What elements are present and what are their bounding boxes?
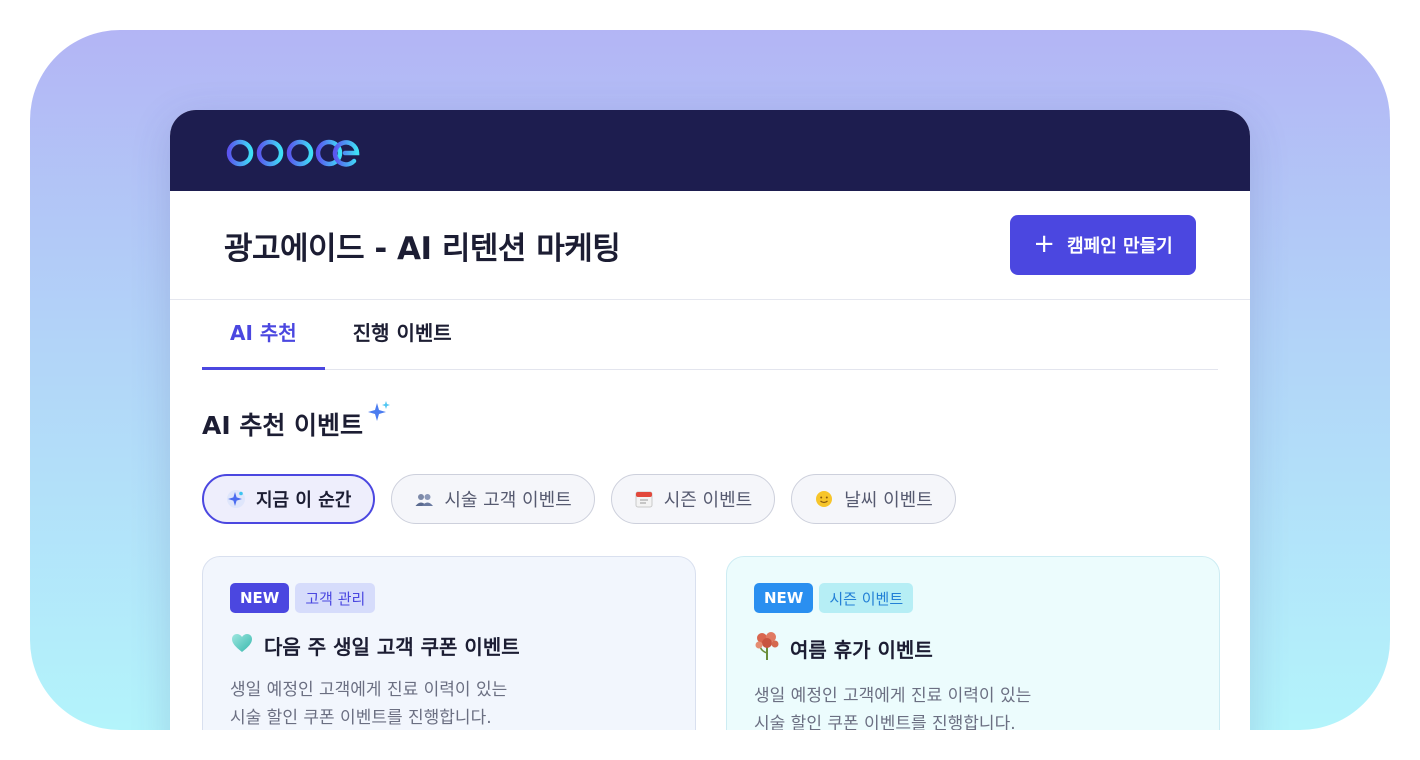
- plus-icon: +: [1033, 229, 1056, 259]
- card-description: 생일 예정인 고객에게 진료 이력이 있는 시술 할인 쿠폰 이벤트를 진행합니…: [230, 676, 668, 730]
- card-title-text: 다음 주 생일 고객 쿠폰 이벤트: [264, 635, 520, 659]
- logo[interactable]: [224, 134, 360, 168]
- card-badges: NEW 고객 관리: [230, 583, 668, 613]
- sparkle-icon: [226, 489, 246, 509]
- new-badge: NEW: [754, 583, 814, 613]
- event-cards: NEW 고객 관리 다음 주 생일 고객 쿠폰 이벤트 생일 예정인 고객에게 …: [202, 556, 1250, 730]
- card-description: 생일 예정인 고객에게 진료 이력이 있는 시술 할인 쿠폰 이벤트를 진행합니…: [754, 682, 1192, 730]
- card-title: 여름 휴가 이벤트: [754, 631, 1192, 666]
- sun-icon: [814, 489, 834, 509]
- create-campaign-button[interactable]: + 캠페인 만들기: [1010, 215, 1196, 275]
- people-icon: [414, 489, 434, 509]
- section-header: AI 추천 이벤트: [202, 401, 1250, 442]
- card-desc-line: 생일 예정인 고객에게 진료 이력이 있는: [230, 680, 508, 700]
- filter-chip-season[interactable]: 시즌 이벤트: [610, 474, 776, 524]
- filter-chips: 지금 이 순간 시술 고객 이벤트 시즌 이벤트 날씨 이벤트: [202, 474, 1250, 524]
- card-title: 다음 주 생일 고객 쿠폰 이벤트: [230, 631, 668, 660]
- section-title: AI 추천 이벤트: [202, 411, 364, 440]
- category-badge: 고객 관리: [295, 583, 376, 613]
- top-navbar: [170, 110, 1250, 191]
- page-header: 광고에이드 - AI 리텐션 마케팅 + 캠페인 만들기: [170, 191, 1250, 300]
- background-frame: 광고에이드 - AI 리텐션 마케팅 + 캠페인 만들기 AI 추천 진행 이벤…: [30, 30, 1390, 730]
- filter-chip-label: 시즌 이벤트: [663, 490, 753, 511]
- filter-chip-label: 시술 고객 이벤트: [444, 490, 572, 511]
- app-window: 광고에이드 - AI 리텐션 마케팅 + 캠페인 만들기 AI 추천 진행 이벤…: [170, 110, 1250, 730]
- filter-chip-weather[interactable]: 날씨 이벤트: [791, 474, 956, 524]
- heart-icon: [230, 631, 254, 660]
- category-badge: 시즌 이벤트: [819, 583, 914, 613]
- tab-bar: AI 추천 진행 이벤트: [202, 300, 1218, 370]
- filter-chip-now[interactable]: 지금 이 순간: [202, 474, 376, 524]
- new-badge: NEW: [230, 583, 290, 613]
- tab-ai-recommend[interactable]: AI 추천: [202, 297, 325, 370]
- sparkle-icon: [367, 400, 391, 430]
- flower-icon: [754, 631, 780, 666]
- tab-ongoing-events[interactable]: 진행 이벤트: [325, 297, 480, 366]
- card-desc-line: 시술 할인 쿠폰 이벤트를 진행합니다.: [754, 714, 1016, 730]
- card-title-text: 여름 휴가 이벤트: [790, 638, 933, 662]
- filter-chip-label: 날씨 이벤트: [844, 490, 933, 511]
- event-card[interactable]: NEW 고객 관리 다음 주 생일 고객 쿠폰 이벤트 생일 예정인 고객에게 …: [202, 556, 696, 730]
- filter-chip-treatment[interactable]: 시술 고객 이벤트: [391, 474, 595, 524]
- card-desc-line: 시술 할인 쿠폰 이벤트를 진행합니다.: [230, 708, 492, 728]
- create-campaign-label: 캠페인 만들기: [1067, 236, 1173, 257]
- card-desc-line: 생일 예정인 고객에게 진료 이력이 있는: [754, 686, 1032, 706]
- event-card[interactable]: NEW 시즌 이벤트 여름 휴가 이벤트 생일 예정인 고객에게 진료 이력이 …: [726, 556, 1220, 730]
- card-badges: NEW 시즌 이벤트: [754, 583, 1192, 613]
- calendar-icon: [634, 489, 654, 509]
- filter-chip-label: 지금 이 순간: [256, 490, 352, 511]
- page-title: 광고에이드 - AI 리텐션 마케팅: [224, 230, 621, 267]
